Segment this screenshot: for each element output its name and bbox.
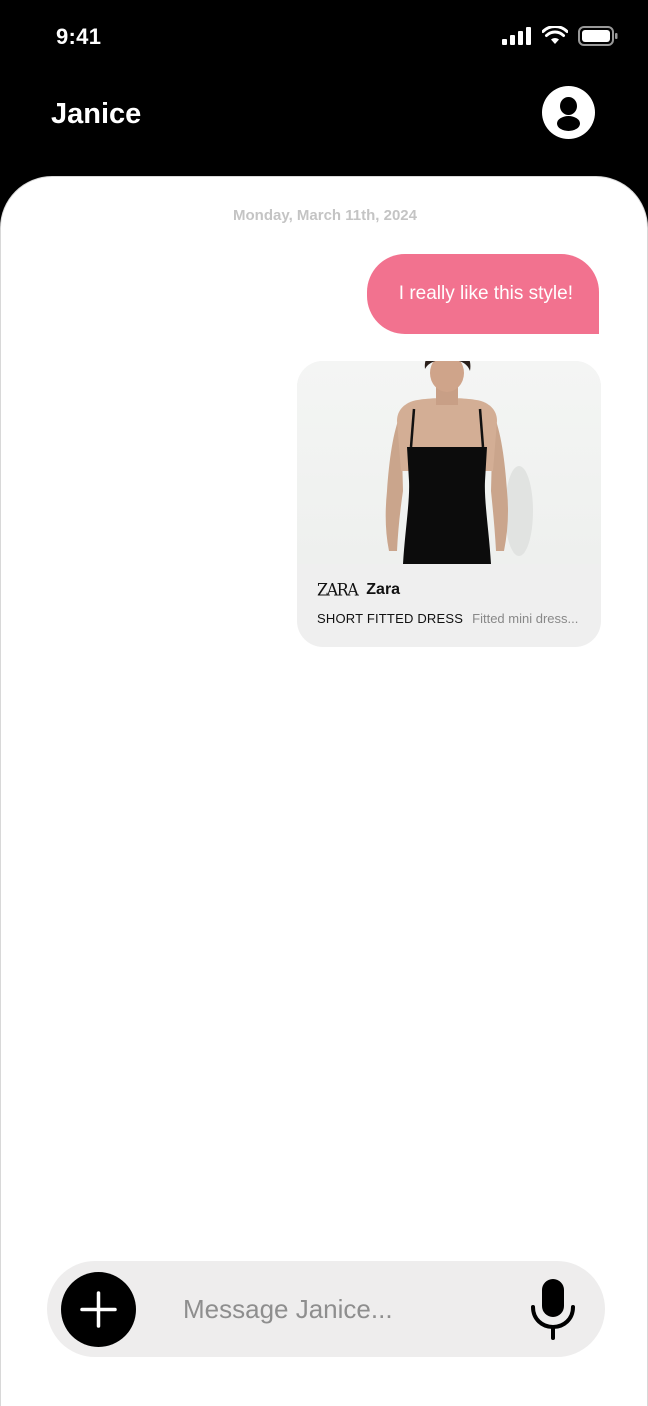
add-attachment-button[interactable]: [61, 1272, 136, 1347]
plus-icon: [80, 1291, 117, 1328]
brand-logo: ZARA: [317, 579, 359, 600]
microphone-icon: [531, 1279, 575, 1340]
chat-panel: Monday, March 11th, 2024 I really like t…: [0, 176, 648, 1406]
product-meta: SHORT FITTED DRESS Fitted mini dress...: [317, 610, 587, 628]
person-icon: [557, 97, 580, 131]
product-title: SHORT FITTED DRESS: [317, 611, 464, 626]
chat-screen: 9:41 Janice Monday, March 11th, 2024 I r…: [0, 0, 648, 1406]
chat-header: Janice: [0, 76, 648, 176]
message-composer: [47, 1261, 605, 1357]
microphone-button[interactable]: [525, 1277, 581, 1341]
wifi-icon: [542, 26, 568, 44]
brand-name: Zara: [366, 580, 401, 598]
sent-message-bubble[interactable]: I really like this style!: [366, 254, 599, 334]
product-description: Fitted mini dress...: [472, 611, 579, 626]
brand-row: ZARA Zara: [317, 579, 401, 600]
battery-icon: [578, 26, 618, 46]
profile-button[interactable]: [542, 86, 595, 139]
contact-name: Janice: [51, 98, 142, 130]
product-image: [297, 361, 601, 564]
status-time: 9:41: [56, 24, 102, 49]
status-bar: 9:41: [0, 0, 648, 76]
status-icons: [502, 26, 618, 46]
message-input[interactable]: [183, 1283, 513, 1335]
date-separator: Monday, March 11th, 2024: [233, 207, 417, 224]
signal-icon: [502, 27, 531, 45]
product-card[interactable]: ZARA Zara SHORT FITTED DRESS Fitted mini …: [297, 361, 601, 647]
